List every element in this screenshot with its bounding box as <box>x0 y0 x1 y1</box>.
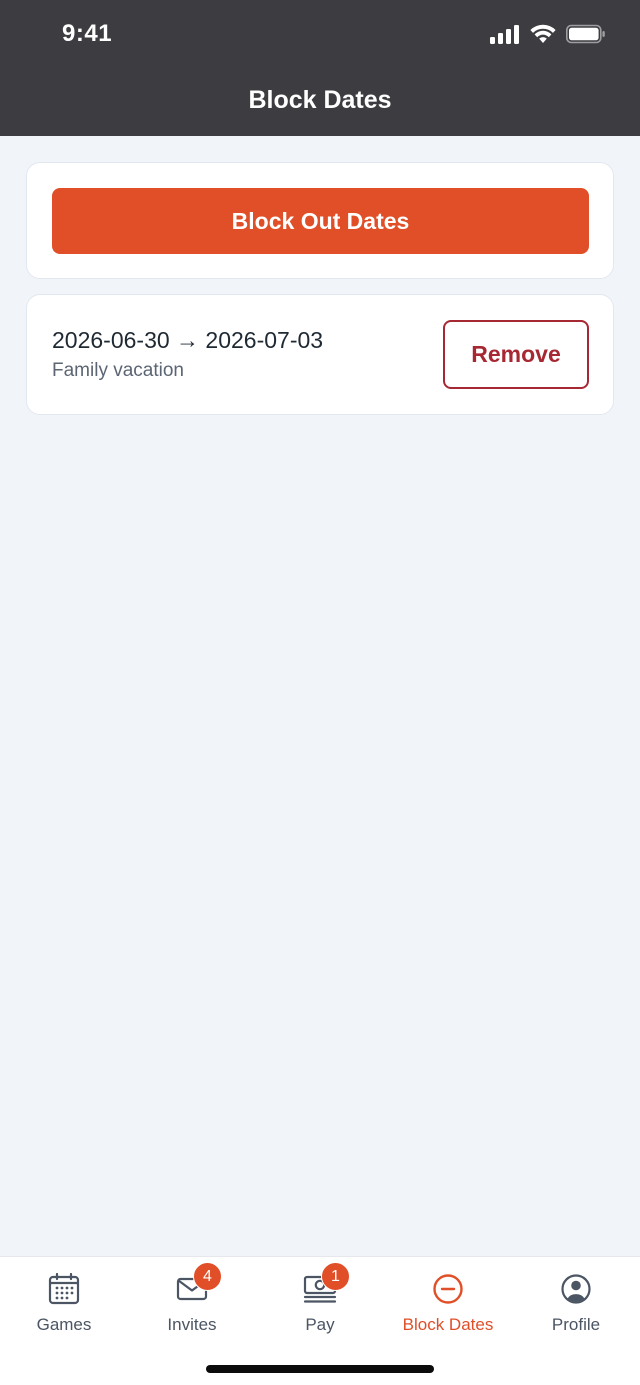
calendar-icon <box>47 1272 81 1306</box>
tab-block-dates[interactable]: Block Dates <box>384 1257 512 1349</box>
tab-label-profile: Profile <box>551 1315 601 1334</box>
battery-icon <box>566 24 606 44</box>
money-icon: 1 <box>303 1262 350 1306</box>
status-icons <box>490 24 606 44</box>
tab-games[interactable]: Games <box>0 1257 128 1349</box>
remove-button[interactable]: Remove <box>443 320 589 389</box>
blocked-date-range: 2026-06-30 → 2026-07-03 <box>52 327 324 353</box>
blocked-date-note: Family vacation <box>52 360 184 381</box>
page-title: Block Dates <box>248 86 392 114</box>
block-out-card: Block Out Dates <box>26 162 614 279</box>
app-header: 9:41 Block Dates <box>0 0 640 136</box>
home-indicator <box>206 1365 434 1373</box>
signal-icon <box>490 24 520 44</box>
tab-invites[interactable]: 4 Invites <box>128 1257 256 1349</box>
envelope-icon: 4 <box>175 1262 222 1306</box>
status-time: 9:41 <box>62 20 113 47</box>
invites-badge: 4 <box>193 1262 222 1291</box>
tab-label-games: Games <box>36 1315 92 1334</box>
tab-profile[interactable]: Profile <box>512 1257 640 1349</box>
bottom-tab-bar: Games 4 Invites 1 Pay Block Dates Profil… <box>0 1256 640 1385</box>
wifi-icon <box>530 24 556 44</box>
tab-pay[interactable]: 1 Pay <box>256 1257 384 1349</box>
blocked-date-entry: 2026-06-30 → 2026-07-03 Family vacation … <box>26 294 614 415</box>
block-dates-screen: 9:41 Block Dates Block Out Dates 2026-06… <box>0 0 640 1385</box>
tab-label-pay: Pay <box>305 1315 335 1334</box>
block-out-dates-button[interactable]: Block Out Dates <box>52 188 589 254</box>
tab-label-block-dates: Block Dates <box>402 1315 494 1334</box>
pay-badge: 1 <box>321 1262 350 1291</box>
tab-label-invites: Invites <box>167 1315 217 1334</box>
minus-circle-icon <box>431 1272 465 1306</box>
user-circle-icon <box>559 1272 593 1306</box>
